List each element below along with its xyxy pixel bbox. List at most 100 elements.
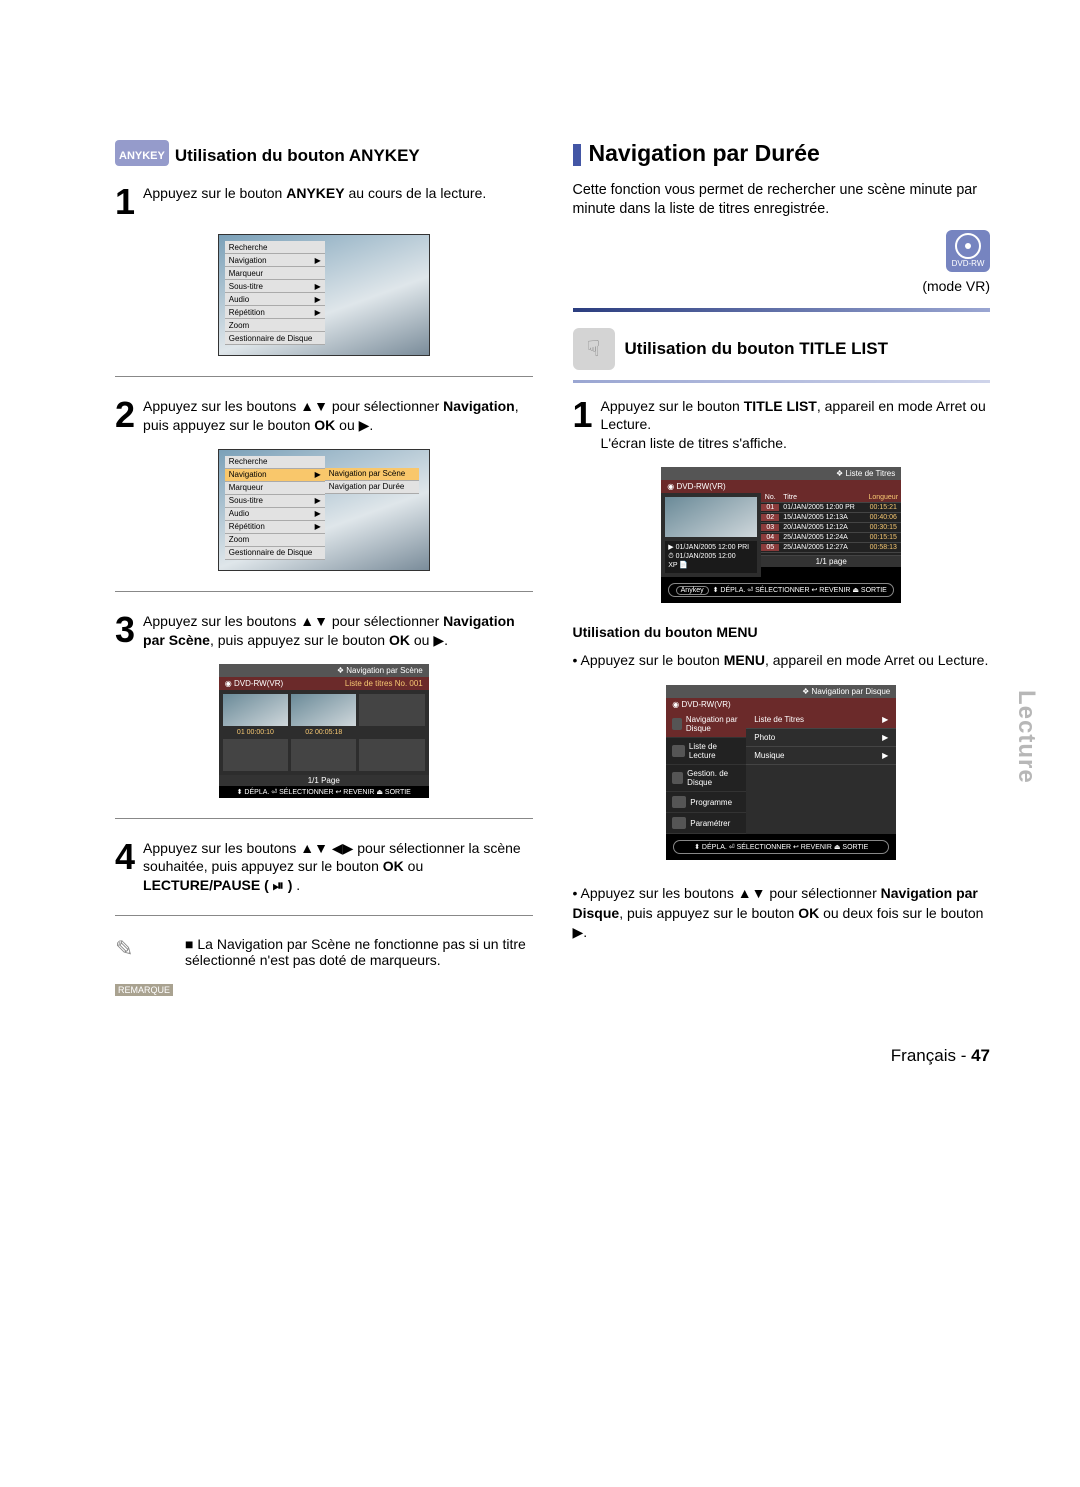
note-label: REMARQUE — [115, 984, 173, 996]
step-text: Appuyez sur le bouton ANYKEY au cours de… — [143, 184, 532, 220]
title-table: No.TitreLongueur 0101/JAN/2005 12:00 PR0… — [761, 493, 901, 576]
osd-menu-screenshot-2: Recherche Navigation▶ Marqueur Sous-titr… — [218, 449, 430, 571]
menu-item: Marqueur — [225, 482, 325, 495]
menu-item: Répétition▶ — [225, 521, 325, 534]
step-text: Appuyez sur les boutons ▲▼ ◀▶ pour sélec… — [143, 839, 532, 896]
final-paragraph: Appuyez sur les boutons ▲▼ pour sélectio… — [573, 884, 991, 943]
title-list-screenshot: ❖ Liste de Titres ◉ DVD-RW(VR) ▶ 01/JAN/… — [661, 467, 901, 602]
menu-item: Zoom — [225, 534, 325, 547]
t: Appuyez sur les boutons ▲▼ ◀▶ pour sélec… — [143, 840, 521, 875]
osd-title-no: Liste de titres No. 001 — [345, 679, 423, 688]
title-thumb — [665, 497, 757, 537]
osd-title: ❖ Liste de Titres — [661, 467, 901, 480]
menu-item: Audio▶ — [225, 293, 325, 306]
b: OK — [314, 417, 335, 433]
side-tab-label: Lecture — [1012, 690, 1040, 784]
main-item: Musique▶ — [746, 747, 896, 765]
scene-thumb-empty — [359, 739, 424, 771]
heading-accent — [573, 144, 581, 166]
mode-vr-label: (mode VR) — [573, 278, 991, 294]
scene-thumb — [291, 694, 356, 726]
divider — [115, 818, 533, 819]
osd-footer: ⬍ DÉPLA. ⏎ SÉLECTIONNER ↩ REVENIR ⏏ SORT… — [219, 786, 429, 798]
right-step-1: 1 Appuyez sur le bouton TITLE LIST, appa… — [573, 397, 991, 454]
table-row: 0215/JAN/2005 12:13A00:40:06 — [761, 513, 901, 523]
t: au cours de la lecture. — [345, 185, 487, 201]
note-text: ■ La Navigation par Scène ne fonctionne … — [185, 936, 532, 996]
menu-item: Gestionnaire de Disque — [225, 547, 325, 560]
table-row: 0320/JAN/2005 12:12A00:30:15 — [761, 523, 901, 533]
side-item: Paramétrer — [666, 813, 746, 834]
osd-disc-label: ◉ DVD-RW(VR) — [661, 480, 901, 493]
table-row: 0425/JAN/2005 12:24A00:15:15 — [761, 533, 901, 543]
anykey-section-title: Utilisation du bouton ANYKEY — [175, 146, 420, 166]
heading-text: Navigation par Durée — [589, 140, 820, 166]
table-row: 0525/JAN/2005 12:27A00:58:13 — [761, 543, 901, 553]
menu-item: Zoom — [225, 319, 325, 332]
main-item: Liste de Titres▶ — [746, 711, 896, 729]
menu-item: Recherche — [225, 456, 325, 469]
step-1: 1 Appuyez sur le bouton ANYKEY au cours … — [115, 184, 533, 220]
menu-item: Sous-titre▶ — [225, 495, 325, 508]
osd-footer: ⬍ DÉPLA. ⏎ SÉLECTIONNER ↩ REVENIR ⏏ SORT… — [673, 840, 889, 854]
b: OK — [383, 858, 404, 874]
side-item: Programme — [666, 792, 746, 813]
scene-thumb-empty — [291, 739, 356, 771]
menu-item: Recherche — [225, 241, 325, 254]
step-num: 2 — [115, 397, 135, 435]
titlelist-heading: Utilisation du bouton TITLE LIST — [625, 339, 888, 359]
page-indicator: 1/1 Page — [219, 775, 429, 786]
osd-menu: Recherche Navigation▶ Marqueur Sous-titr… — [225, 456, 325, 560]
main-heading: Navigation par Durée — [573, 140, 991, 167]
osd-title: ❖ Navigation par Disque — [666, 685, 896, 698]
note-box: ✎ REMARQUE ■ La Navigation par Scène ne … — [115, 936, 533, 996]
dvd-rw-icon: DVD-RW — [946, 230, 990, 272]
b: ANYKEY — [286, 185, 344, 201]
scene-thumb — [223, 694, 288, 726]
menu-item: Marqueur — [225, 267, 325, 280]
step-text: Appuyez sur le bouton TITLE LIST, appare… — [601, 397, 990, 454]
t: , puis appuyez sur le bouton — [210, 632, 389, 648]
osd-submenu: Navigation par Scène Navigation par Duré… — [325, 468, 419, 494]
divider — [115, 591, 533, 592]
osd-disc-label: ◉ DVD-RW(VR) — [666, 698, 896, 711]
osd-footer: Anykey⬍ DÉPLA. ⏎ SÉLECTIONNER ↩ REVENIR … — [668, 583, 894, 597]
anykey-section-heading: ANYKEY Utilisation du bouton ANYKEY — [115, 140, 533, 166]
step-3: 3 Appuyez sur les boutons ▲▼ pour sélect… — [115, 612, 533, 650]
page-footer: Français - 47 — [0, 1036, 1080, 1106]
t: . — [292, 877, 300, 893]
t: ou — [404, 858, 423, 874]
divider — [115, 376, 533, 377]
b: Navigation — [443, 398, 515, 414]
menu-item: Sous-titre▶ — [225, 280, 325, 293]
step-num: 3 — [115, 612, 135, 650]
osd-disc-label: ◉ DVD-RW(VR) — [225, 679, 283, 688]
menu-paragraph: Appuyez sur le bouton MENU, appareil en … — [573, 651, 991, 671]
title-info: ▶ 01/JAN/2005 12:00 PRI ⏱ 01/JAN/2005 12… — [665, 541, 757, 572]
submenu-item: Navigation par Scène — [325, 468, 419, 481]
scene-thumb-empty — [223, 739, 288, 771]
b: OK — [389, 632, 410, 648]
step-text: Appuyez sur les boutons ▲▼ pour sélectio… — [143, 397, 532, 435]
t: ou ▶. — [335, 417, 373, 433]
step-2: 2 Appuyez sur les boutons ▲▼ pour sélect… — [115, 397, 533, 435]
osd-menu-screenshot-1: Recherche Navigation▶ Marqueur Sous-titr… — [218, 234, 430, 356]
t: ou ▶. — [410, 632, 448, 648]
menu-item: Gestionnaire de Disque — [225, 332, 325, 345]
scene-time: 01 00:00:10 — [223, 729, 288, 736]
side-item: Navigation par Disque — [666, 711, 746, 738]
intro-text: Cette fonction vous permet de rechercher… — [573, 181, 991, 220]
hand-icon: ☟ — [573, 328, 615, 370]
menu-subheading: Utilisation du bouton MENU — [573, 623, 991, 642]
main-menu: Liste de Titres▶ Photo▶ Musique▶ — [746, 711, 896, 834]
left-column: ANYKEY Utilisation du bouton ANYKEY 1 Ap… — [115, 140, 533, 996]
side-item: Gestion. de Disque — [666, 765, 746, 792]
note-icon: ✎ — [115, 936, 173, 962]
step-num: 1 — [115, 184, 135, 220]
menu-item: Navigation▶ — [225, 254, 325, 267]
b: LECTURE/PAUSE ( ⏯ ) — [143, 877, 292, 893]
menu-item-selected: Navigation▶ — [225, 469, 325, 482]
osd-title: ❖ Navigation par Scène — [219, 664, 429, 677]
step-4: 4 Appuyez sur les boutons ▲▼ ◀▶ pour sél… — [115, 839, 533, 896]
osd-menu: Recherche Navigation▶ Marqueur Sous-titr… — [225, 241, 325, 345]
